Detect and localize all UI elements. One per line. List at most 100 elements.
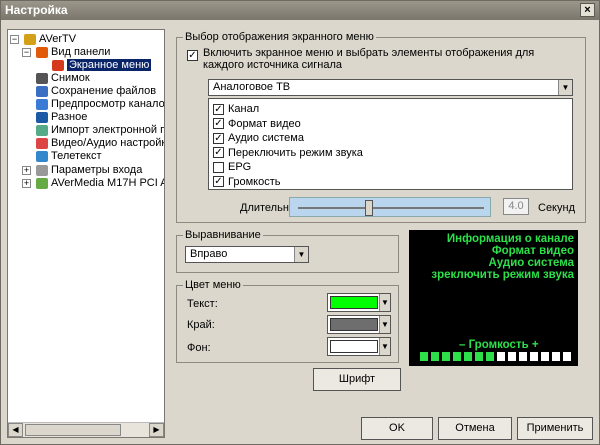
tree-item[interactable]: AVerMedia M17H PCI Analo bbox=[36, 177, 164, 190]
volume-segment bbox=[431, 352, 439, 361]
osd-list-item[interactable]: ✓ Переключить режим звука bbox=[213, 146, 363, 160]
scroll-left-arrow-icon[interactable]: ◀ bbox=[8, 423, 23, 437]
alignment-value: Вправо bbox=[190, 248, 228, 260]
volume-segment bbox=[519, 352, 527, 361]
tree-horizontal-scrollbar[interactable]: ◀ ▶ bbox=[8, 422, 164, 437]
tree-item-label: AVerTV bbox=[39, 33, 77, 45]
duration-unit: Секунд bbox=[538, 202, 575, 214]
tree-item-label: Предпросмотр каналов bbox=[51, 98, 165, 110]
tree-item-label: Снимок bbox=[51, 72, 90, 84]
settings-window: Настройка × − AVerTV − Вид панели Экранное м… bbox=[0, 0, 600, 445]
border-color-swatch bbox=[330, 318, 378, 331]
slider-thumb[interactable] bbox=[365, 200, 373, 216]
tree-item[interactable]: Снимок bbox=[36, 72, 90, 85]
osd-item-label: Формат видео bbox=[228, 117, 301, 130]
tree-item[interactable]: Сохранение файлов bbox=[36, 85, 156, 98]
osd-item-label: EPG bbox=[228, 161, 252, 174]
signal-source-select[interactable]: Аналоговое ТВ ▼ bbox=[208, 79, 573, 96]
chevron-down-icon[interactable]: ▼ bbox=[558, 80, 572, 95]
cancel-button[interactable]: Отмена bbox=[438, 417, 512, 440]
tree-item-label: Экранное меню bbox=[67, 59, 152, 71]
tree-item[interactable]: Разное bbox=[36, 111, 87, 124]
apply-button[interactable]: Применить bbox=[517, 417, 593, 440]
folder-icon bbox=[36, 86, 48, 97]
volume-segment bbox=[541, 352, 549, 361]
osd-item-checkbox[interactable]: ✓ bbox=[213, 118, 224, 130]
osd-item-checkbox[interactable]: ✓ bbox=[213, 147, 224, 159]
volume-segment bbox=[486, 352, 494, 361]
preview-line: Информация о канале bbox=[446, 233, 574, 245]
scroll-right-arrow-icon[interactable]: ▶ bbox=[149, 423, 164, 437]
eye-icon bbox=[36, 99, 48, 110]
tree-item[interactable]: Видео/Аудио настройки bbox=[36, 137, 165, 150]
slider-track-line bbox=[298, 207, 484, 209]
tree-expander-icon[interactable]: − bbox=[10, 35, 19, 44]
close-button[interactable]: × bbox=[580, 3, 595, 17]
osd-item-checkbox[interactable]: ✓ bbox=[213, 132, 224, 144]
camera-icon bbox=[36, 73, 48, 84]
text-color-label: Текст: bbox=[187, 298, 218, 310]
osd-list-item[interactable]: ✓ Аудио система bbox=[213, 131, 304, 145]
volume-segment bbox=[530, 352, 538, 361]
window-title: Настройка bbox=[5, 3, 68, 17]
volume-segment bbox=[464, 352, 472, 361]
osd-item-checkbox[interactable]: ✓ bbox=[213, 176, 224, 188]
chevron-down-icon[interactable]: ▼ bbox=[379, 316, 390, 333]
tree-item-label: Разное bbox=[51, 111, 88, 123]
enable-osd-label: Включить экранное меню и выбрать элемент… bbox=[203, 47, 535, 71]
tree-item[interactable]: Вид панели bbox=[36, 46, 110, 59]
osd-list-item[interactable]: ✓ Громкость bbox=[213, 175, 280, 189]
tree-expander-icon[interactable]: − bbox=[22, 48, 31, 57]
tree-item[interactable]: Параметры входа bbox=[36, 164, 142, 177]
osd-icon bbox=[52, 60, 64, 71]
teletext-icon bbox=[36, 151, 48, 162]
osd-item-label: Громкость bbox=[228, 175, 281, 188]
tree-item[interactable]: Экранное меню bbox=[52, 59, 152, 72]
volume-segment bbox=[420, 352, 428, 361]
text-color-picker[interactable]: ▼ bbox=[327, 293, 391, 312]
osd-item-label: Аудио система bbox=[228, 132, 304, 145]
tree-item-label: AVerMedia M17H PCI Analo bbox=[51, 177, 164, 189]
enable-osd-row[interactable]: ✓ Включить экранное меню и выбрать элеме… bbox=[187, 47, 577, 71]
tree-item[interactable]: Предпросмотр каналов bbox=[36, 98, 165, 111]
osd-list-item[interactable]: ✓ Формат видео bbox=[213, 117, 301, 131]
chevron-down-icon[interactable]: ▼ bbox=[294, 247, 308, 262]
chevron-down-icon[interactable]: ▼ bbox=[379, 338, 390, 355]
tree-item[interactable]: Импорт электронной прог bbox=[36, 124, 164, 137]
tree-expander-icon[interactable]: + bbox=[22, 179, 31, 188]
tree-item-label: Видео/Аудио настройки bbox=[51, 137, 165, 149]
background-color-label: Фон: bbox=[187, 342, 211, 354]
scroll-thumb[interactable] bbox=[25, 424, 121, 436]
signal-source-value: Аналоговое ТВ bbox=[213, 81, 291, 93]
volume-segment bbox=[508, 352, 516, 361]
preview-line: Формат видео bbox=[491, 245, 574, 257]
alignment-select[interactable]: Вправо ▼ bbox=[185, 246, 309, 263]
close-icon: × bbox=[584, 4, 591, 16]
font-button[interactable]: Шрифт bbox=[313, 368, 401, 391]
duration-slider[interactable] bbox=[289, 197, 491, 217]
osd-list-item[interactable]: EPG bbox=[213, 160, 251, 174]
chevron-down-icon[interactable]: ▼ bbox=[379, 294, 390, 311]
border-color-picker[interactable]: ▼ bbox=[327, 315, 391, 334]
volume-segment bbox=[475, 352, 483, 361]
ok-button[interactable]: OK bbox=[361, 417, 433, 440]
tree-expander-icon[interactable]: + bbox=[22, 166, 31, 175]
background-color-picker[interactable]: ▼ bbox=[327, 337, 391, 356]
card-icon bbox=[36, 178, 48, 189]
osd-item-checkbox[interactable] bbox=[213, 161, 224, 173]
menu-color-group-title: Цвет меню bbox=[183, 279, 243, 291]
volume-segment bbox=[563, 352, 571, 361]
osd-list-item[interactable]: ✓ Канал bbox=[213, 102, 259, 116]
tree-item[interactable]: Телетекст bbox=[36, 150, 102, 163]
osd-items-list[interactable]: ✓ Канал ✓ Формат видео ✓ Аудио система ✓ Перекл… bbox=[208, 98, 573, 190]
tree-item[interactable]: AVerTV bbox=[24, 33, 76, 46]
osd-item-checkbox[interactable]: ✓ bbox=[213, 103, 224, 115]
volume-label: – Громкость + bbox=[459, 339, 539, 351]
volume-segment bbox=[497, 352, 505, 361]
misc-icon bbox=[36, 112, 48, 123]
tools-icon bbox=[36, 138, 48, 149]
title-bar: Настройка × bbox=[1, 1, 599, 20]
osd-item-label: Переключить режим звука bbox=[228, 146, 363, 159]
enable-osd-checkbox[interactable]: ✓ bbox=[187, 50, 198, 61]
osd-group-title: Выбор отображения экранного меню bbox=[183, 31, 376, 43]
